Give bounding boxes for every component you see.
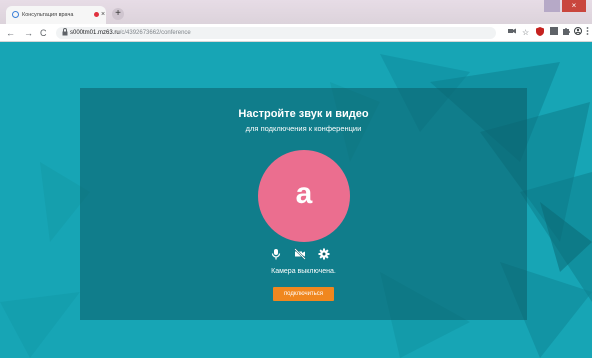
url-host: s000tm01.mz63.ru: [70, 30, 120, 36]
settings-icon[interactable]: [318, 247, 330, 260]
camera-off-icon[interactable]: [294, 247, 306, 260]
tab-close-button[interactable]: ×: [101, 6, 105, 24]
connect-button[interactable]: подключиться: [273, 287, 334, 301]
shield-icon[interactable]: [536, 27, 544, 40]
menu-icon[interactable]: [586, 27, 589, 39]
window-close-button[interactable]: ×: [562, 0, 586, 12]
reload-button[interactable]: C: [40, 26, 47, 40]
address-toolbar: ← → C s000tm01.mz63.ru/c/4392673662/conf…: [0, 24, 592, 42]
browser-tab[interactable]: Консультация врача ×: [6, 6, 106, 24]
tab-title: Консультация врача: [22, 12, 74, 18]
browser-tab-bar: Консультация врача × + ×: [0, 0, 592, 24]
tab-favicon-icon: [12, 11, 19, 18]
back-button[interactable]: ←: [6, 26, 15, 40]
puzzle-icon[interactable]: [562, 27, 570, 39]
avatar: a: [258, 150, 350, 242]
forward-button[interactable]: →: [24, 26, 33, 40]
camera-status: Камера выключена.: [271, 268, 336, 275]
url-path: /c/4392673662/conference: [119, 30, 191, 36]
recording-indicator-icon: [94, 12, 99, 17]
grid-icon[interactable]: [550, 27, 558, 39]
panel-subtitle: для подключения к конференции: [245, 124, 362, 133]
url-field[interactable]: s000tm01.mz63.ru/c/4392673662/conference: [56, 27, 496, 39]
minimize-button[interactable]: [544, 0, 560, 12]
url-text: s000tm01.mz63.ru/c/4392673662/conference: [70, 27, 191, 39]
window-controls: ×: [544, 0, 588, 14]
profile-icon[interactable]: [574, 27, 582, 39]
new-tab-button[interactable]: +: [112, 8, 124, 20]
conference-page: Настройте звук и видео для подключения к…: [0, 42, 592, 358]
camera-icon[interactable]: [508, 27, 516, 39]
star-icon[interactable]: ☆: [522, 27, 529, 39]
lock-icon: [62, 28, 68, 40]
microphone-icon[interactable]: [270, 247, 282, 260]
setup-panel: Настройте звук и видео для подключения к…: [80, 88, 527, 320]
panel-title: Настройте звук и видео: [238, 108, 369, 120]
